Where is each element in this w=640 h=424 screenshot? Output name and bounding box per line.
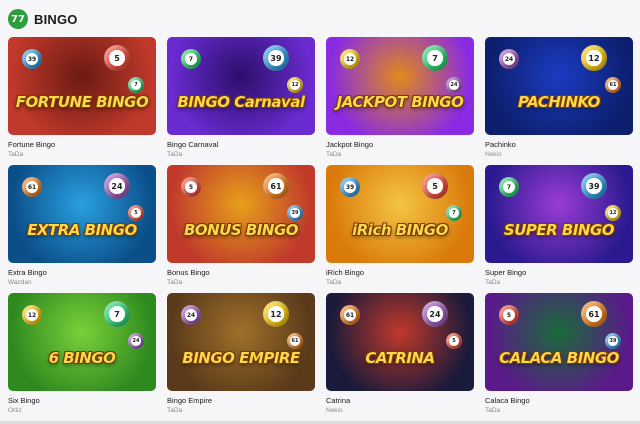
game-name[interactable]: Fortune Bingo [8, 140, 156, 149]
game-thumbnail[interactable]: 24 61 5 CATRINA [326, 293, 474, 391]
bingo-ball-icon: 5 [181, 177, 201, 197]
game-thumbnail[interactable]: 24 61 5 EXTRA BINGO [8, 165, 156, 263]
bingo-ball-icon: 7 [446, 205, 462, 221]
bingo-ball-icon: 5 [128, 205, 144, 221]
bingo-ball-icon: 7 [128, 77, 144, 93]
bingo-ball-icon: 39 [287, 205, 303, 221]
game-card[interactable]: 5 39 7 FORTUNE BINGO Fortune Bingo TaDa [8, 37, 156, 159]
game-logo-art: FORTUNE BINGO [15, 93, 149, 111]
game-provider: TaDa [326, 279, 342, 286]
game-card[interactable]: 39 7 12 SUPER BINGO Super Bingo TaDa [485, 165, 633, 287]
bingo-ball-icon: 7 [499, 177, 519, 197]
game-card[interactable]: 7 12 24 JACKPOT BINGO Jackpot Bingo TaDa [326, 37, 474, 159]
game-card[interactable]: 61 5 39 CALACA BINGO Calaca Bingo TaDa [485, 293, 633, 415]
game-thumbnail[interactable]: 5 39 7 FORTUNE BINGO [8, 37, 156, 135]
game-thumbnail[interactable]: 61 5 39 CALACA BINGO [485, 293, 633, 391]
bingo-ball-icon: 61 [287, 333, 303, 349]
game-card[interactable]: 39 7 12 BINGO Carnaval Bingo Carnaval TaDa [167, 37, 315, 159]
game-name[interactable]: Extra Bingo [8, 268, 156, 277]
bingo-ball-icon: 12 [605, 205, 621, 221]
game-logo-art: JACKPOT BINGO [336, 93, 464, 111]
bingo-ball-icon: 24 [181, 305, 201, 325]
bingo-ball-icon: 7 [422, 45, 448, 71]
section-header: 77 BINGO [8, 9, 78, 29]
bingo-ball-icon: 24 [104, 173, 130, 199]
game-logo-art: 6 BINGO [48, 349, 116, 367]
game-logo-art: CALACA BINGO [499, 349, 619, 367]
game-provider: Ortiz [8, 407, 22, 414]
section-logo-icon: 77 [8, 9, 28, 29]
game-logo-art: PACHINKO [518, 93, 600, 111]
game-thumbnail[interactable]: 5 39 7 iRich BINGO [326, 165, 474, 263]
game-name[interactable]: Catrina [326, 396, 474, 405]
bingo-ball-icon: 39 [263, 45, 289, 71]
bingo-ball-icon: 39 [340, 177, 360, 197]
game-provider: TaDa [167, 407, 183, 414]
bingo-ball-icon: 12 [287, 77, 303, 93]
game-name[interactable]: Bingo Carnaval [167, 140, 315, 149]
game-name[interactable]: Six Bingo [8, 396, 156, 405]
game-logo-art: CATRINA [365, 349, 435, 367]
game-logo-art: EXTRA BINGO [27, 221, 137, 239]
game-card[interactable]: 12 24 61 BINGO EMPIRE Bingo Empire TaDa [167, 293, 315, 415]
game-thumbnail[interactable]: 12 24 61 PACHINKO [485, 37, 633, 135]
bingo-ball-icon: 5 [104, 45, 130, 71]
bingo-ball-icon: 12 [581, 45, 607, 71]
bingo-ball-icon: 61 [581, 301, 607, 327]
game-name[interactable]: Pachinko [485, 140, 633, 149]
game-provider: TaDa [167, 279, 183, 286]
game-name[interactable]: iRich Bingo [326, 268, 474, 277]
bingo-ball-icon: 12 [22, 305, 42, 325]
bingo-ball-icon: 12 [263, 301, 289, 327]
game-provider: Nekio [485, 151, 502, 158]
bingo-ball-icon: 5 [446, 333, 462, 349]
bingo-ball-icon: 7 [104, 301, 130, 327]
bingo-ball-icon: 12 [340, 49, 360, 69]
game-name[interactable]: Bingo Empire [167, 396, 315, 405]
game-thumbnail[interactable]: 61 5 39 BONUS BINGO [167, 165, 315, 263]
bingo-ball-icon: 24 [446, 77, 462, 93]
game-thumbnail[interactable]: 12 24 61 BINGO EMPIRE [167, 293, 315, 391]
section-title: BINGO [34, 11, 78, 27]
bingo-ball-icon: 61 [605, 77, 621, 93]
game-provider: Nekio [326, 407, 343, 414]
game-logo-art: BINGO Carnaval [177, 93, 305, 111]
game-thumbnail[interactable]: 7 12 24 6 BINGO [8, 293, 156, 391]
game-name[interactable]: Calaca Bingo [485, 396, 633, 405]
bingo-ball-icon: 24 [499, 49, 519, 69]
game-provider: TaDa [485, 279, 501, 286]
game-card[interactable]: 7 12 24 6 BINGO Six Bingo Ortiz [8, 293, 156, 415]
game-card[interactable]: 24 61 5 CATRINA Catrina Nekio [326, 293, 474, 415]
game-card[interactable]: 12 24 61 PACHINKO Pachinko Nekio [485, 37, 633, 159]
game-card[interactable]: 5 39 7 iRich BINGO iRich Bingo TaDa [326, 165, 474, 287]
bingo-ball-icon: 39 [22, 49, 42, 69]
bingo-ball-icon: 39 [581, 173, 607, 199]
bingo-ball-icon: 5 [422, 173, 448, 199]
bingo-ball-icon: 7 [181, 49, 201, 69]
bingo-ball-icon: 61 [340, 305, 360, 325]
game-provider: TaDa [8, 151, 24, 158]
game-logo-art: SUPER BINGO [503, 221, 615, 239]
game-thumbnail[interactable]: 39 7 12 SUPER BINGO [485, 165, 633, 263]
bingo-ball-icon: 24 [128, 333, 144, 349]
bingo-ball-icon: 61 [263, 173, 289, 199]
game-name[interactable]: Bonus Bingo [167, 268, 315, 277]
game-logo-art: BONUS BINGO [183, 221, 299, 239]
game-provider: TaDa [485, 407, 501, 414]
game-card[interactable]: 61 5 39 BONUS BINGO Bonus Bingo TaDa [167, 165, 315, 287]
game-thumbnail[interactable]: 7 12 24 JACKPOT BINGO [326, 37, 474, 135]
game-name[interactable]: Jackpot Bingo [326, 140, 474, 149]
game-provider: TaDa [167, 151, 183, 158]
bingo-ball-icon: 24 [422, 301, 448, 327]
bingo-ball-icon: 61 [22, 177, 42, 197]
game-thumbnail[interactable]: 39 7 12 BINGO Carnaval [167, 37, 315, 135]
bingo-ball-icon: 5 [499, 305, 519, 325]
game-card[interactable]: 24 61 5 EXTRA BINGO Extra Bingo Wazdan [8, 165, 156, 287]
game-provider: Wazdan [8, 279, 32, 286]
game-logo-art: iRich BINGO [352, 221, 448, 239]
game-provider: TaDa [326, 151, 342, 158]
bingo-ball-icon: 39 [605, 333, 621, 349]
game-logo-art: BINGO EMPIRE [182, 349, 300, 367]
game-name[interactable]: Super Bingo [485, 268, 633, 277]
